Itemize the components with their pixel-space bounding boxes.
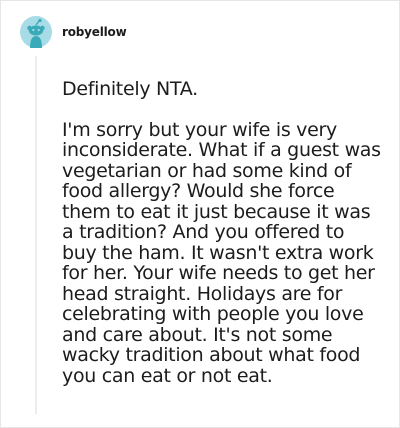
comment-paragraph: I'm sorry but your wife is very inconsid… (62, 118, 381, 387)
user-avatar[interactable] (20, 16, 52, 48)
comment-card: robyellow Definitely NTA. I'm sorry but … (0, 0, 400, 428)
thread-line[interactable] (35, 56, 37, 414)
username[interactable]: robyellow (62, 25, 127, 39)
snoo-icon (27, 18, 45, 48)
comment-body: Definitely NTA. I'm sorry but your wife … (62, 79, 382, 386)
comment-paragraph: Definitely NTA. (62, 78, 198, 100)
